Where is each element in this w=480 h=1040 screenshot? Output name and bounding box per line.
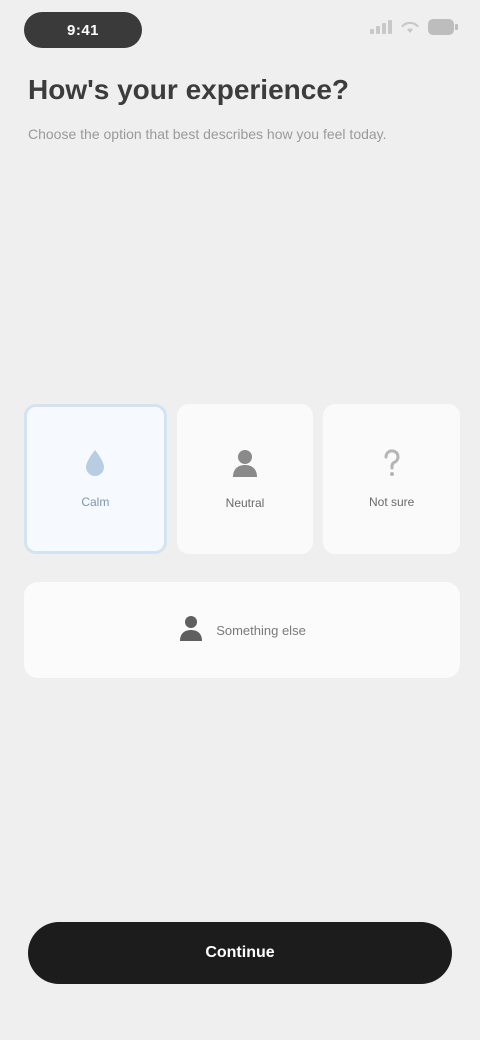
question-icon <box>380 448 404 483</box>
option-list: Calm Neutral Not sure <box>24 404 461 554</box>
option-label: Something else <box>216 622 306 638</box>
status-icons <box>370 19 458 35</box>
status-bar: 9:41 <box>0 0 480 62</box>
wifi-icon <box>400 20 420 34</box>
option-label: Calm <box>81 495 110 509</box>
option-label: Not sure <box>368 495 415 509</box>
person-icon <box>229 447 261 484</box>
option-neutral[interactable]: Neutral <box>176 404 314 554</box>
screen: 9:41 How's your experience? Choose the o… <box>0 0 480 1040</box>
continue-button[interactable]: Continue <box>28 922 452 984</box>
page-title: How's your experience? <box>28 74 349 105</box>
drop-icon <box>82 448 108 483</box>
option-something-else[interactable]: Something else <box>24 582 460 678</box>
battery-icon <box>428 19 458 35</box>
option-label: Neutral <box>225 496 265 510</box>
option-not-sure[interactable]: Not sure <box>323 404 461 554</box>
person-icon <box>178 614 204 647</box>
status-time: 9:41 <box>24 12 142 48</box>
page-subtitle: Choose the option that best describes ho… <box>28 126 387 142</box>
signal-icon <box>370 20 392 34</box>
option-calm[interactable]: Calm <box>24 404 167 554</box>
